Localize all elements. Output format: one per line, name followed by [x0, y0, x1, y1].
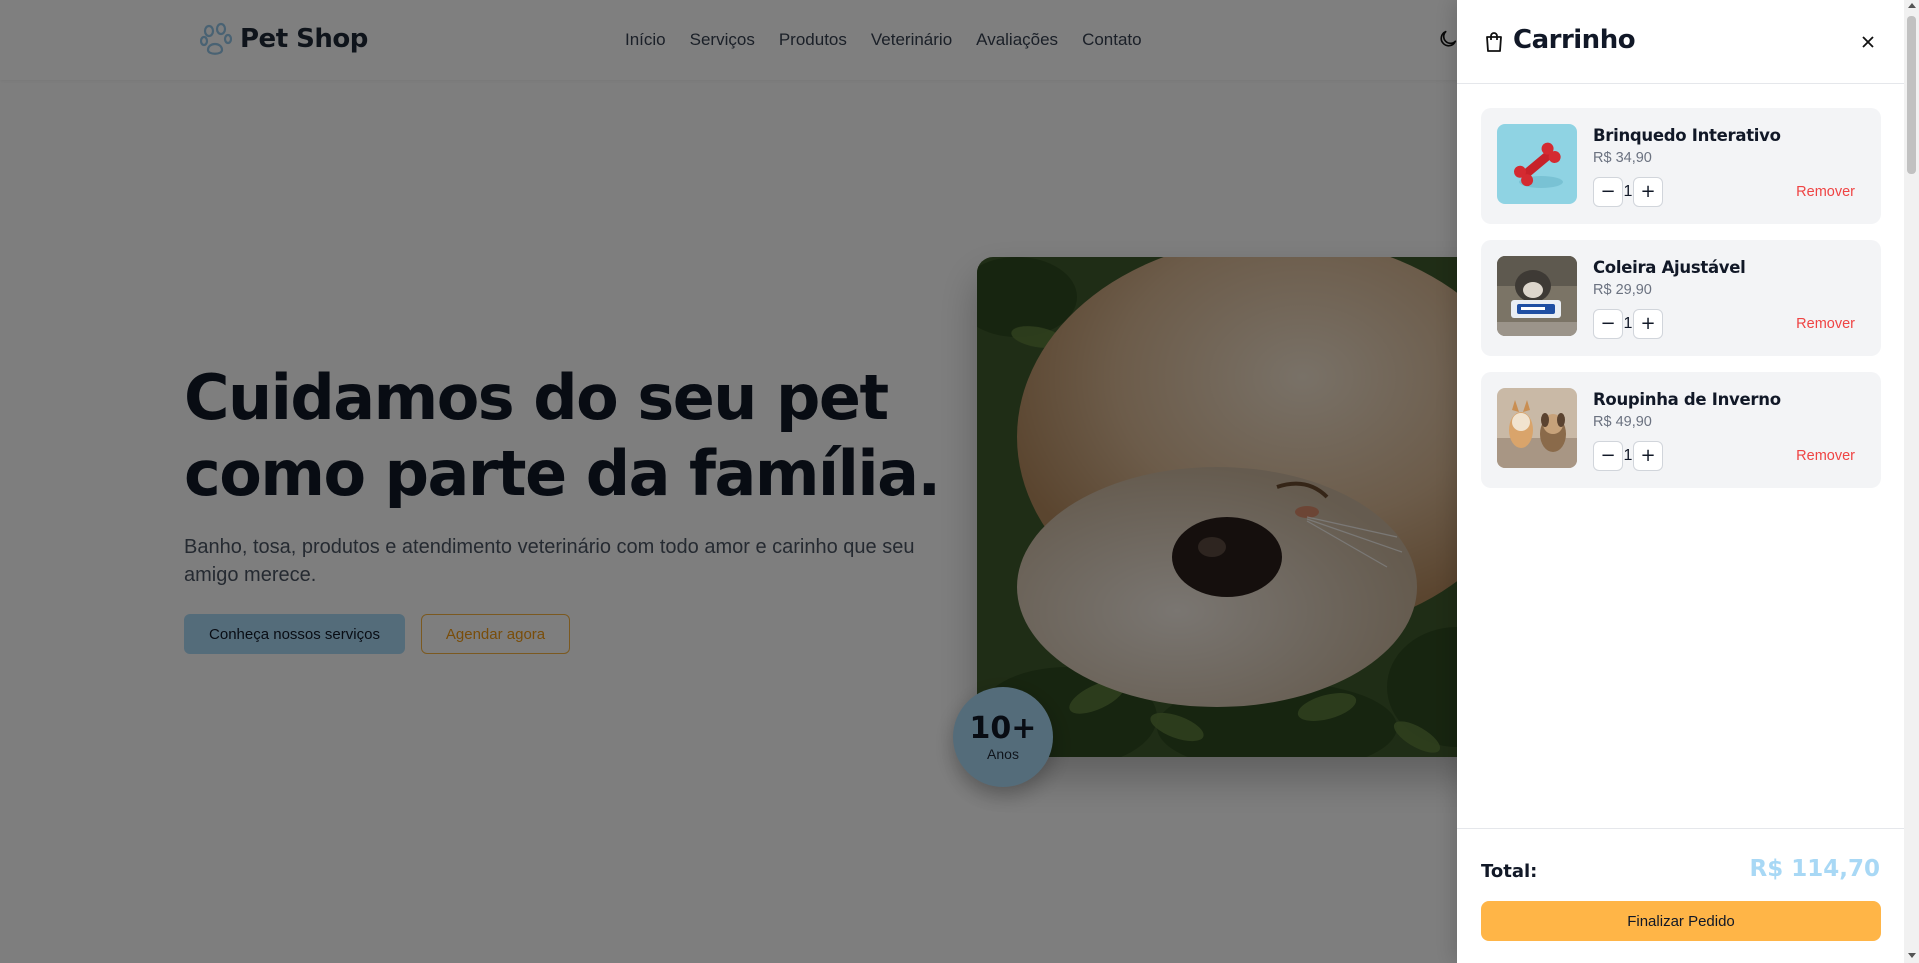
page-scrollbar[interactable] [1904, 0, 1919, 963]
cart-item-name: Coleira Ajustável [1593, 258, 1746, 277]
minus-icon: − [1600, 313, 1616, 334]
cart-drawer: Carrinho Brinquedo Interativo R$ 34,90 −… [1457, 0, 1904, 963]
cart-item: Roupinha de Inverno R$ 49,90 − 1 + Remov… [1481, 372, 1881, 488]
total-label: Total: [1481, 861, 1538, 882]
decrease-quantity-button[interactable]: − [1593, 177, 1623, 207]
cart-item: Coleira Ajustável R$ 29,90 − 1 + Remover [1481, 240, 1881, 356]
increase-quantity-button[interactable]: + [1633, 441, 1663, 471]
minus-icon: − [1600, 181, 1616, 202]
plus-icon: + [1640, 445, 1656, 466]
checkout-button[interactable]: Finalizar Pedido [1481, 901, 1881, 941]
product-thumbnail-clothes [1497, 388, 1577, 468]
increase-quantity-button[interactable]: + [1633, 309, 1663, 339]
quantity-value: 1 [1623, 183, 1633, 200]
cart-header: Carrinho [1457, 0, 1904, 84]
cart-item-price: R$ 29,90 [1593, 282, 1652, 298]
scroll-down-arrow-icon[interactable] [1908, 953, 1916, 958]
remove-item-button[interactable]: Remover [1796, 316, 1855, 332]
cart-item-price: R$ 34,90 [1593, 150, 1652, 166]
total-value: R$ 114,70 [1749, 856, 1880, 882]
cart-item-price: R$ 49,90 [1593, 414, 1652, 430]
decrease-quantity-button[interactable]: − [1593, 309, 1623, 339]
remove-item-button[interactable]: Remover [1796, 184, 1855, 200]
cart-item-name: Roupinha de Inverno [1593, 390, 1781, 409]
quantity-value: 1 [1623, 447, 1633, 464]
product-thumbnail-collar [1497, 256, 1577, 336]
cart-item: Brinquedo Interativo R$ 34,90 − 1 + Remo… [1481, 108, 1881, 224]
remove-item-button[interactable]: Remover [1796, 448, 1855, 464]
scrollbar-thumb[interactable] [1907, 16, 1916, 174]
product-thumbnail-toy [1497, 124, 1577, 204]
cart-footer: Total: R$ 114,70 Finalizar Pedido [1457, 828, 1904, 963]
decrease-quantity-button[interactable]: − [1593, 441, 1623, 471]
cart-title: Carrinho [1513, 25, 1636, 55]
minus-icon: − [1600, 445, 1616, 466]
close-icon [1862, 36, 1874, 48]
scroll-up-arrow-icon[interactable] [1908, 3, 1916, 8]
plus-icon: + [1640, 313, 1656, 334]
increase-quantity-button[interactable]: + [1633, 177, 1663, 207]
plus-icon: + [1640, 181, 1656, 202]
shopping-bag-icon [1486, 32, 1502, 52]
cart-item-name: Brinquedo Interativo [1593, 126, 1781, 145]
quantity-value: 1 [1623, 315, 1633, 332]
cart-items-list: Brinquedo Interativo R$ 34,90 − 1 + Remo… [1481, 108, 1881, 504]
close-cart-button[interactable] [1856, 30, 1880, 54]
